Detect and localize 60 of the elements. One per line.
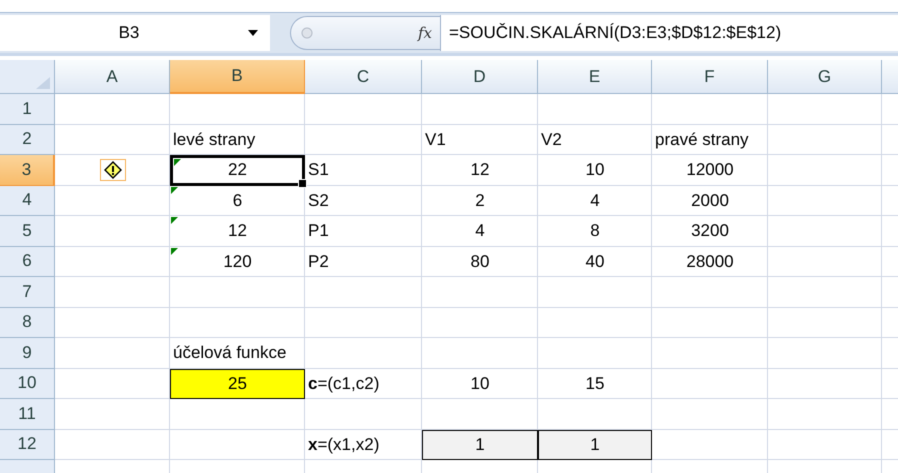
table-cell[interactable]: 4	[422, 216, 538, 246]
table-cell[interactable]: 120	[170, 246, 305, 277]
row-header[interactable]: 6	[0, 246, 55, 277]
row-header[interactable]: 2	[0, 124, 55, 155]
table-cell[interactable]: 40	[538, 246, 652, 277]
table-cell[interactable]: pravé strany	[652, 124, 768, 155]
column-header[interactable]: B	[170, 60, 305, 94]
row-header[interactable]: 12	[0, 430, 55, 460]
row-header[interactable]: 3	[0, 155, 55, 186]
row-header[interactable]: 7	[0, 277, 55, 308]
table-cell[interactable]: P1	[305, 216, 422, 246]
warning-icon[interactable]	[100, 159, 126, 182]
table-cell[interactable]: 15	[538, 368, 652, 399]
row-header[interactable]: 10	[0, 368, 55, 399]
table-cell[interactable]: 10	[422, 368, 538, 399]
column-header[interactable]: E	[538, 60, 652, 94]
row-header[interactable]: 5	[0, 216, 55, 246]
triangle-icon	[36, 77, 50, 89]
table-cell[interactable]: 28000	[652, 246, 768, 277]
table-cell[interactable]: 2	[422, 186, 538, 216]
row-header[interactable]: 11	[0, 399, 55, 430]
row-header[interactable]: 1	[0, 94, 55, 124]
table-cell[interactable]: 12	[422, 155, 538, 186]
table-cell[interactable]: 1	[538, 430, 652, 460]
column-header[interactable]: D	[422, 60, 538, 94]
table-cell[interactable]: 4	[538, 186, 652, 216]
column-header[interactable]: A	[55, 60, 170, 94]
table-cell[interactable]: účelová funkce	[170, 338, 305, 368]
formula-bar-handle[interactable]: fx	[290, 16, 440, 50]
column-header[interactable]: G	[768, 60, 882, 94]
table-cell[interactable]: levé strany	[170, 124, 305, 155]
table-cell[interactable]: 22	[170, 155, 305, 186]
table-cell[interactable]: 8	[538, 216, 652, 246]
table-cell[interactable]: 12	[170, 216, 305, 246]
table-cell[interactable]: 25	[170, 368, 305, 399]
circle-icon	[301, 27, 313, 39]
insert-function-button[interactable]: fx	[418, 24, 432, 42]
name-box[interactable]: B3	[0, 15, 270, 51]
table-cell[interactable]: 1	[422, 430, 538, 460]
table-cell[interactable]: 3200	[652, 216, 768, 246]
caret-icon[interactable]	[248, 30, 258, 36]
table-cell[interactable]: 6	[170, 186, 305, 216]
row-header[interactable]: 4	[0, 186, 55, 216]
fill-handle[interactable]	[298, 178, 307, 188]
table-cell[interactable]: V2	[538, 124, 652, 155]
table-cell[interactable]: S1	[305, 155, 422, 186]
table-cell[interactable]: S2	[305, 186, 422, 216]
column-header[interactable]: F	[652, 60, 768, 94]
table-cell[interactable]: 10	[538, 155, 652, 186]
row-header[interactable]: 9	[0, 338, 55, 368]
row-header[interactable]: 8	[0, 308, 55, 338]
column-header[interactable]: C	[305, 60, 422, 94]
table-cell[interactable]: c=(c1,c2)	[305, 368, 422, 399]
table-cell[interactable]: P2	[305, 246, 422, 277]
table-cell[interactable]: 80	[422, 246, 538, 277]
table-cell[interactable]: V1	[422, 124, 538, 155]
table-cell[interactable]: 12000	[652, 155, 768, 186]
formula-field[interactable]: =SOUČIN.SKALÁRNÍ(D3:E3;$D$12:$E$12)	[440, 15, 898, 51]
table-cell[interactable]: 2000	[652, 186, 768, 216]
table-cell[interactable]: x=(x1,x2)	[305, 430, 422, 460]
